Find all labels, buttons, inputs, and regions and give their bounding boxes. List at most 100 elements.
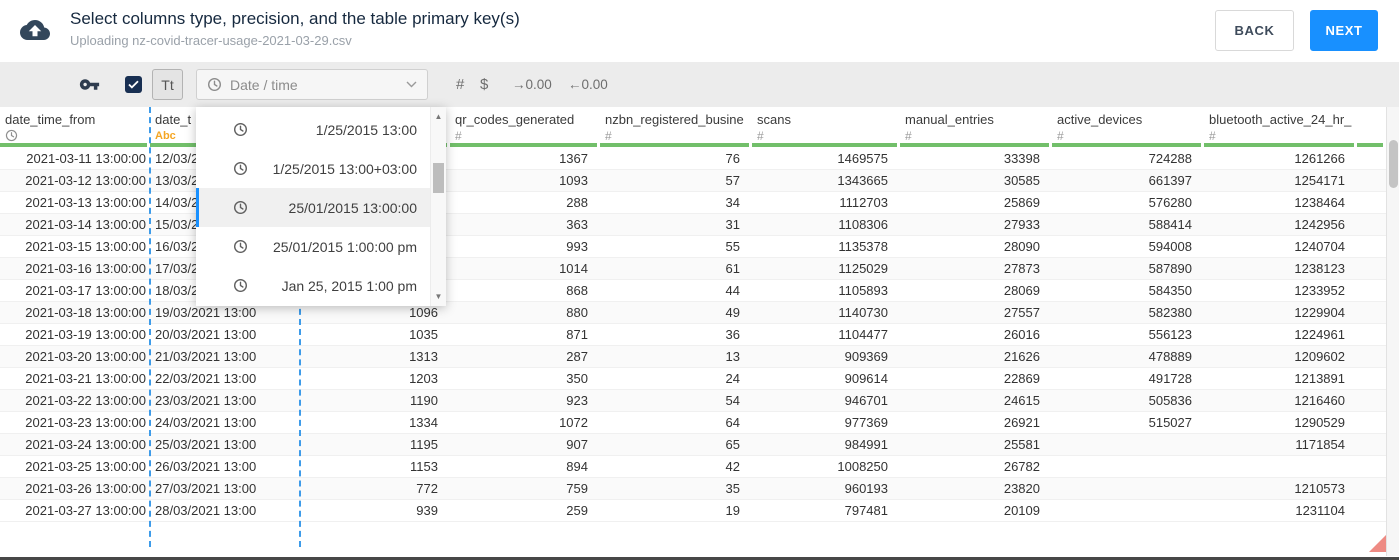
cell: 2021-03-22 13:00:00 — [25, 393, 146, 408]
cell — [1357, 390, 1386, 411]
table-row: 2021-03-26 13:00:00 27/03/2021 13:00 772 75… — [0, 478, 1386, 500]
cell: 515027 — [1148, 415, 1192, 430]
cell: 1238464 — [1294, 195, 1345, 210]
cell — [1357, 412, 1386, 433]
number-type-label: # — [1209, 128, 1216, 143]
cell: 1367 — [559, 151, 588, 166]
format-option-label: Jan 25, 2015 1:00 pm — [281, 277, 417, 294]
cell: 1035 — [409, 327, 438, 342]
cell: 1171854 — [1295, 437, 1345, 452]
column-header-nzbn_registered_busine[interactable]: nzbn_registered_busine # — [600, 107, 752, 148]
cell: 1233952 — [1294, 283, 1345, 298]
primary-key-button[interactable] — [79, 62, 100, 107]
cell — [1357, 280, 1386, 301]
cell: 1190 — [410, 393, 438, 408]
cell — [1357, 214, 1386, 235]
include-column-checkbox[interactable] — [125, 62, 142, 107]
format-option[interactable]: 1/25/2015 13:00+03:00 — [196, 149, 430, 188]
cell — [1357, 346, 1386, 367]
cell — [1357, 456, 1386, 477]
clock-icon — [233, 278, 248, 293]
clock-icon — [207, 77, 222, 92]
cell: 64 — [725, 415, 740, 430]
date-format-select-value: Date / time — [230, 76, 298, 93]
cell: 2021-03-24 13:00:00 — [25, 437, 146, 452]
back-button[interactable]: BACK — [1215, 10, 1294, 51]
format-option[interactable]: 25/01/2015 1:00:00 pm — [196, 227, 430, 266]
cell: 491728 — [1148, 371, 1192, 386]
cell: 1014 — [559, 261, 588, 276]
cell: 588414 — [1148, 217, 1192, 232]
cell — [1357, 368, 1386, 389]
format-option[interactable]: Jan 25, 2015 1:00 pm — [196, 266, 430, 305]
cell — [1357, 500, 1386, 521]
column-header-manual_entries[interactable]: manual_entries # — [900, 107, 1052, 148]
date-format-select[interactable]: Date / time — [196, 69, 428, 100]
cell: 1216460 — [1294, 393, 1345, 408]
cell: 505836 — [1148, 393, 1192, 408]
cell — [1357, 478, 1386, 499]
scroll-up-arrow[interactable]: ▲ — [431, 112, 446, 121]
quality-bar — [1052, 143, 1201, 147]
increase-decimal-button[interactable]: →0.00 — [512, 62, 552, 107]
format-dropdown-panel: 1/25/2015 13:00 1/25/2015 13:00+03:00 25/0… — [196, 107, 446, 306]
quality-bar — [450, 143, 597, 147]
clock-icon — [233, 200, 248, 215]
cell: 22869 — [1003, 371, 1040, 386]
cell: 1343665 — [837, 173, 888, 188]
cell: 28/03/2021 13:00 — [155, 503, 257, 518]
cell: 49 — [725, 305, 740, 320]
text-type-button[interactable]: Tt — [152, 62, 183, 107]
format-option[interactable]: 1/25/2015 13:00 — [196, 110, 430, 149]
decrease-decimal-button[interactable]: ←0.00 — [568, 62, 608, 107]
column-header-scans[interactable]: scans # — [752, 107, 900, 148]
cell: 1213891 — [1294, 371, 1345, 386]
cell: 1210573 — [1294, 481, 1345, 496]
cell: 2021-03-12 13:00:00 — [25, 173, 146, 188]
quality-bar — [752, 143, 897, 147]
dropdown-scrollbar[interactable]: ▲ ▼ — [430, 107, 446, 306]
cell: 1112703 — [839, 195, 888, 210]
currency-type-button[interactable]: $ — [480, 62, 488, 107]
column-header-date_time_from[interactable]: date_time_from — [0, 107, 150, 148]
cell: 1072 — [559, 415, 588, 430]
column-header-bluetooth_active_24_hr_[interactable]: bluetooth_active_24_hr_ # — [1204, 107, 1357, 148]
table-row: 2021-03-24 13:00:00 25/03/2021 13:00 1195 9… — [0, 434, 1386, 456]
corner-error-indicator — [1369, 535, 1386, 552]
dropdown-scrollbar-thumb[interactable] — [433, 163, 444, 193]
format-option-label: 25/01/2015 1:00:00 pm — [272, 238, 417, 255]
cell: 22/03/2021 13:00 — [155, 371, 257, 386]
cell: 2021-03-13 13:00:00 — [25, 195, 146, 210]
column-header-active_devices[interactable]: active_devices # — [1052, 107, 1204, 148]
cell: 30585 — [1003, 173, 1040, 188]
column-header-col9[interactable] — [1357, 107, 1386, 148]
cell: 21/03/2021 13:00 — [155, 349, 257, 364]
cell: 33398 — [1003, 151, 1040, 166]
number-type-label: # — [455, 128, 462, 143]
cell: 2021-03-25 13:00:00 — [25, 459, 146, 474]
cell: 24615 — [1003, 393, 1040, 408]
number-type-button[interactable]: # — [456, 62, 464, 107]
cell: 1125029 — [838, 261, 888, 276]
cell: 993 — [566, 239, 588, 254]
cell: 27/03/2021 13:00 — [155, 481, 257, 496]
next-button[interactable]: NEXT — [1310, 10, 1378, 51]
cell: 2021-03-19 13:00:00 — [25, 327, 146, 342]
scroll-down-arrow[interactable]: ▼ — [431, 292, 446, 301]
cell: 28069 — [1003, 283, 1040, 298]
vertical-scrollbar[interactable] — [1386, 107, 1399, 556]
cell: 1290529 — [1294, 415, 1345, 430]
vertical-scrollbar-thumb[interactable] — [1389, 140, 1398, 188]
format-option-selected[interactable]: 25/01/2015 13:00:00 — [196, 188, 430, 227]
cell: 587890 — [1148, 261, 1192, 276]
cell: 20109 — [1003, 503, 1040, 518]
cell: 2021-03-26 13:00:00 — [25, 481, 146, 496]
column-header-qr_codes_generated[interactable]: qr_codes_generated # — [450, 107, 600, 148]
clock-icon — [233, 239, 248, 254]
cell: 350 — [566, 371, 588, 386]
cell: 1104477 — [838, 327, 888, 342]
cell: 984991 — [844, 437, 888, 452]
cell: 28090 — [1003, 239, 1040, 254]
cell: 25581 — [1003, 437, 1040, 452]
clock-icon — [233, 161, 248, 176]
